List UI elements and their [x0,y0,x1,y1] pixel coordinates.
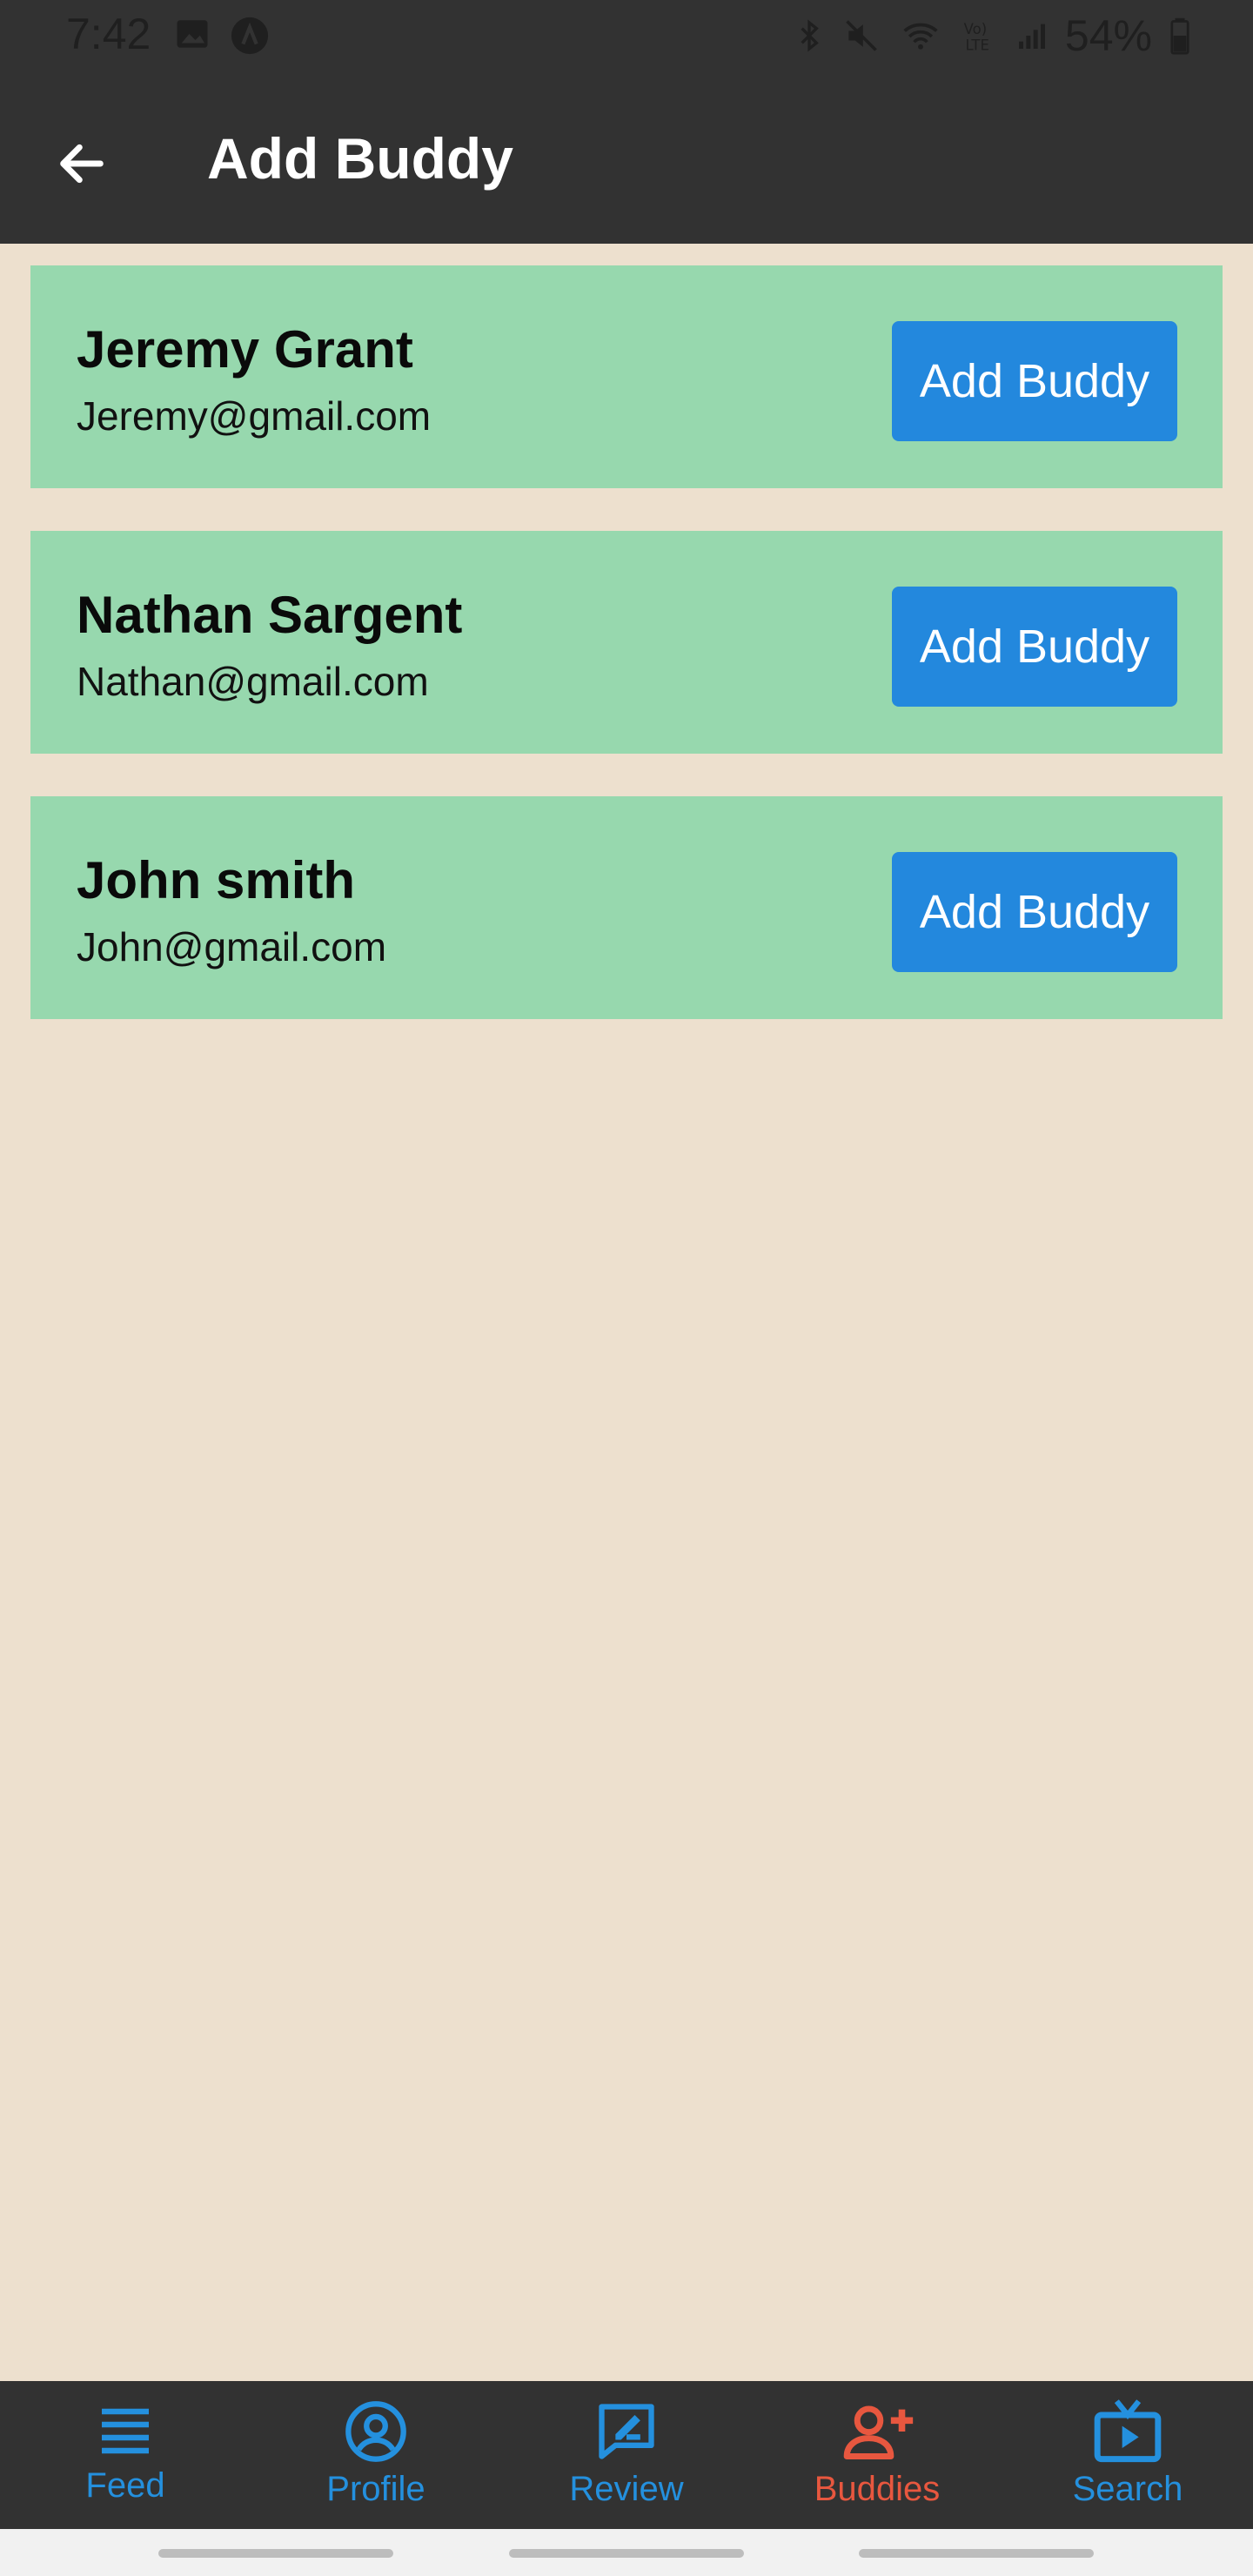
user-circle-icon [345,2401,406,2462]
image-icon [177,20,208,48]
svg-text:LTE: LTE [965,37,988,54]
bluetooth-icon [801,19,819,52]
system-gesture-bar [0,2529,1253,2576]
tv-play-icon [1094,2399,1162,2463]
wifi-icon [903,23,938,50]
home-gesture-handle[interactable] [509,2549,744,2558]
buddy-email: Nathan@gmail.com [77,659,429,704]
battery-percent: 54% [1064,11,1152,60]
back-button[interactable] [40,122,124,205]
nav-item-search[interactable]: Search [1002,2381,1253,2529]
nav-label: Review [569,2470,684,2508]
app-bar: Add Buddy [0,73,1253,244]
nav-label: Search [1072,2470,1183,2508]
add-buddy-button[interactable]: Add Buddy [892,587,1177,707]
buddy-name: Nathan Sargent [77,586,463,644]
bottom-navigation: Feed Profile Review Buddies Search [0,2381,1253,2529]
review-icon [599,2404,654,2459]
volte-icon: Vo)LTE [964,21,989,54]
status-left-icons [174,16,270,56]
nav-item-review[interactable]: Review [501,2381,752,2529]
buddy-email: Jeremy@gmail.com [77,393,432,439]
status-time: 7:42 [66,10,151,58]
nav-label: Profile [326,2470,425,2508]
recents-gesture-handle[interactable] [158,2549,393,2558]
add-user-icon [843,2405,914,2459]
buddy-name: Jeremy Grant [77,320,413,379]
buddy-card: John smith John@gmail.com Add Buddy [30,796,1223,1019]
signal-icon [1018,23,1045,49]
buddy-card: Nathan Sargent Nathan@gmail.com Add Budd… [30,531,1223,754]
battery-icon [1170,17,1189,55]
mute-icon [846,20,877,51]
back-gesture-handle[interactable] [859,2549,1094,2558]
status-bar: 7:42 Vo) LTE 54% [0,0,1253,73]
svg-text:Vo): Vo) [964,21,988,37]
nav-label: Feed [85,2466,165,2505]
page-title: Add Buddy [207,126,513,191]
nav-label: Buddies [814,2470,941,2508]
buddy-email: John@gmail.com [77,924,387,969]
add-buddy-button[interactable]: Add Buddy [892,852,1177,972]
app-a-icon [231,17,269,55]
nav-item-profile[interactable]: Profile [251,2381,501,2529]
nav-item-buddies[interactable]: Buddies [752,2381,1002,2529]
list-icon [102,2408,149,2454]
buddy-list: Jeremy Grant Jeremy@gmail.com Add Buddy … [30,265,1223,1062]
add-buddy-button[interactable]: Add Buddy [892,321,1177,441]
arrow-left-icon [60,144,104,184]
buddy-card: Jeremy Grant Jeremy@gmail.com Add Buddy [30,265,1223,488]
nav-item-feed[interactable]: Feed [0,2381,251,2529]
status-right-icons: Vo) LTE 54% [792,10,1192,61]
buddy-name: John smith [77,851,356,909]
